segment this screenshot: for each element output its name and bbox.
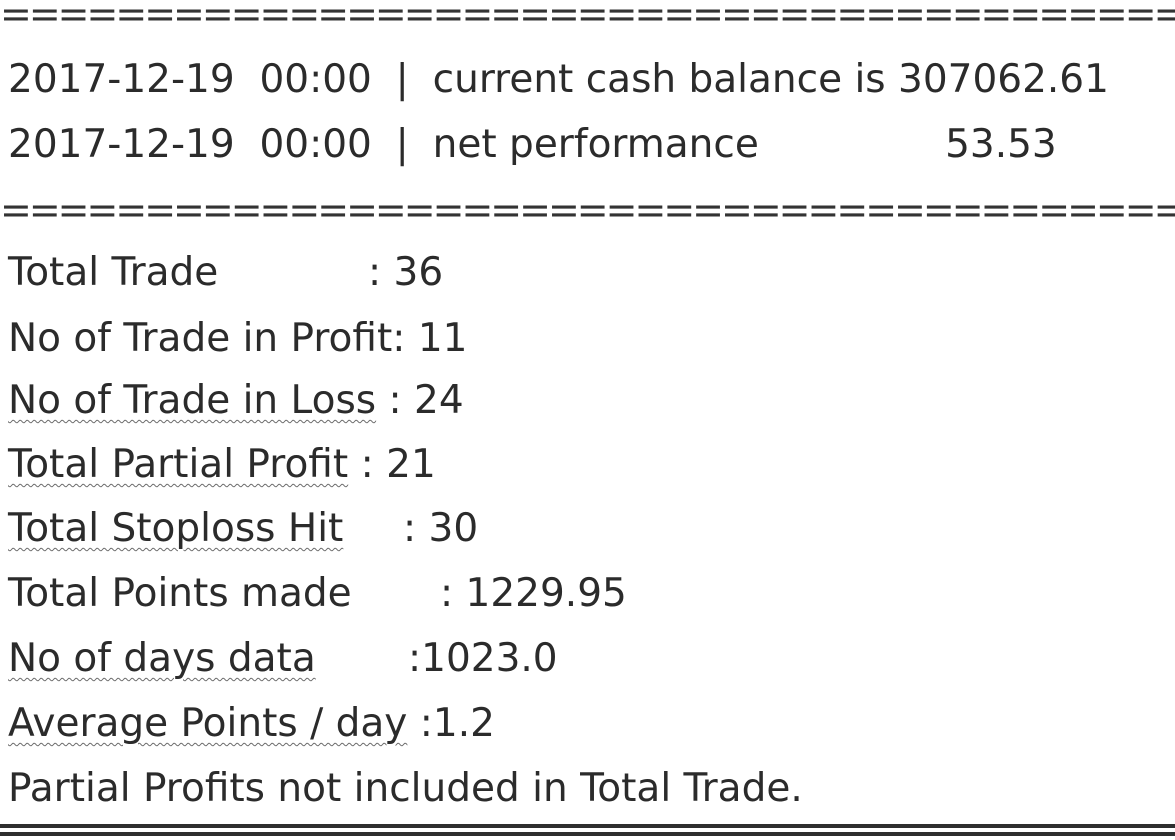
stat-colon: : xyxy=(408,636,422,681)
stat-label: Total Partial Profit xyxy=(8,442,349,487)
stat-line-partial-profit: Total Partial Profit : 21 xyxy=(8,438,436,492)
cash-balance-datetime: 2017-12-19 00:00 xyxy=(8,57,372,102)
net-performance-label: net performance xyxy=(432,122,759,167)
stat-value: 36 xyxy=(393,250,444,295)
cash-balance-line: 2017-12-19 00:00 | current cash balance … xyxy=(8,53,1109,107)
stat-line-trades-in-profit: No of Trade in Profit: 11 xyxy=(8,312,467,366)
stat-label: No of Trade in Profit xyxy=(8,316,393,361)
footer-note: Partial Profits not included in Total Tr… xyxy=(8,766,803,811)
stat-line-trades-in-loss: No of Trade in Loss : 24 xyxy=(8,374,464,428)
net-performance-line: 2017-12-19 00:00 | net performance 53.53 xyxy=(8,118,1057,172)
stat-label: Total Points made xyxy=(8,571,352,616)
stat-line-days-data: No of days data:1023.0 xyxy=(8,632,558,686)
stat-label: Total Trade xyxy=(8,250,219,295)
stat-colon: : xyxy=(403,506,417,551)
stat-value: 1023.0 xyxy=(421,636,558,681)
bottom-rule-lower xyxy=(0,832,1175,836)
stat-label: No of Trade in Loss xyxy=(8,378,377,423)
stat-value: 30 xyxy=(428,506,479,551)
stat-line-total-trade: Total Trade: 36 xyxy=(8,246,443,300)
stat-value: 1229.95 xyxy=(465,571,627,616)
report-output: ========================================… xyxy=(0,0,1175,840)
net-performance-datetime: 2017-12-19 00:00 xyxy=(8,122,372,167)
stat-colon: : xyxy=(388,378,402,423)
middle-separator: ========================================… xyxy=(0,190,1175,230)
stat-colon: : xyxy=(440,571,454,616)
stat-line-points-made: Total Points made: 1229.95 xyxy=(8,567,627,621)
stat-label: Total Stoploss Hit xyxy=(8,506,344,551)
stat-value: 1.2 xyxy=(432,701,495,746)
cash-balance-divider: | xyxy=(395,57,409,102)
stat-value: 11 xyxy=(417,316,468,361)
stat-line-average-points: Average Points / day :1.2 xyxy=(8,697,495,751)
stat-label: No of days data xyxy=(8,636,316,681)
net-performance-value: 53.53 xyxy=(945,122,1057,167)
top-separator: ========================================… xyxy=(0,0,1175,34)
stat-value: 24 xyxy=(414,378,464,423)
stat-colon: : xyxy=(360,442,374,487)
stat-line-stoploss-hit: Total Stoploss Hit: 30 xyxy=(8,502,478,556)
stat-value: 21 xyxy=(386,442,436,487)
bottom-rule-upper xyxy=(0,824,1175,828)
cash-balance-label: current cash balance is xyxy=(432,57,886,102)
stat-label: Average Points / day xyxy=(8,701,408,746)
cash-balance-value: 307062.61 xyxy=(898,57,1109,102)
stat-colon: : xyxy=(419,701,433,746)
stat-colon: : xyxy=(368,250,382,295)
net-performance-divider: | xyxy=(395,122,409,167)
stat-colon: : xyxy=(392,316,406,361)
